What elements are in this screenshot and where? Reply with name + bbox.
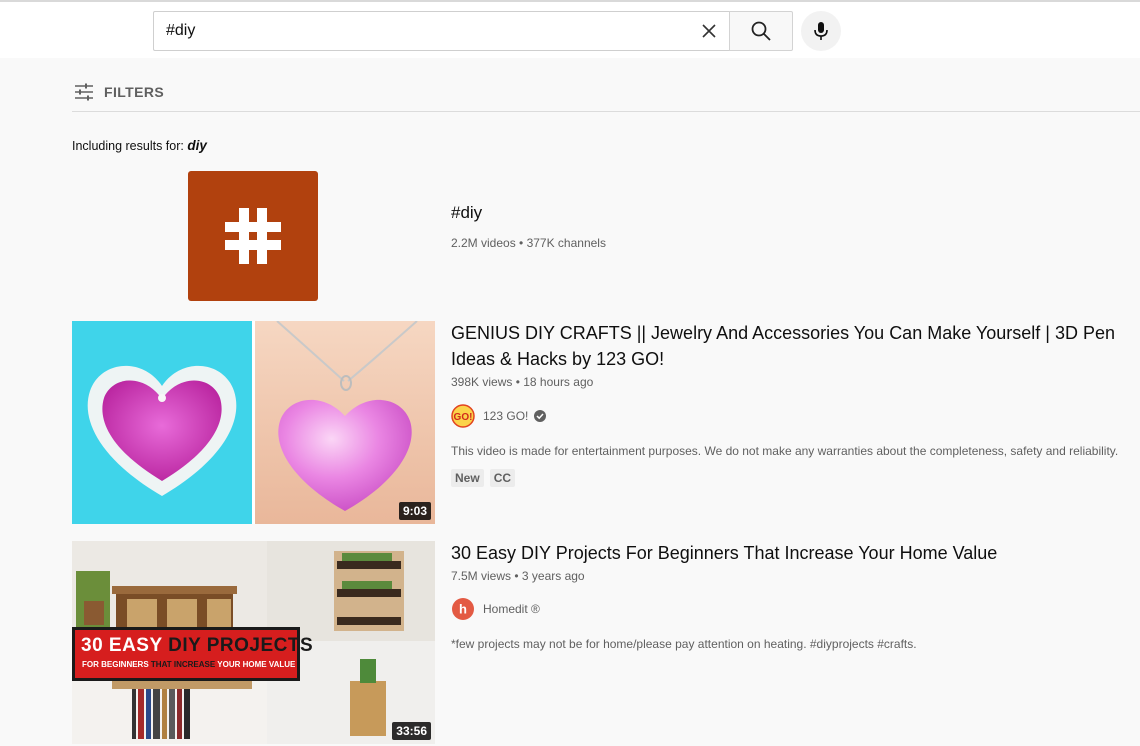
video-badges: New CC <box>451 469 516 487</box>
channel-avatar-text: GO! <box>454 412 473 423</box>
channel-name: Homedit ® <box>483 602 540 616</box>
search-button[interactable] <box>729 11 793 51</box>
including-results-notice: Including results for: diy <box>72 138 207 153</box>
microphone-icon <box>814 22 828 40</box>
search-icon <box>751 21 771 41</box>
video-title[interactable]: GENIUS DIY CRAFTS || Jewelry And Accesso… <box>451 320 1131 372</box>
video-meta: 7.5M views • 3 years ago <box>451 569 585 583</box>
including-prefix: Including results for: <box>72 139 184 153</box>
hashtag-thumbnail[interactable] <box>188 171 318 301</box>
banner-text-part: 30 EASY <box>81 635 169 656</box>
top-bar <box>0 0 1140 58</box>
video-thumbnail[interactable]: 9:03 <box>72 321 435 524</box>
badge-new: New <box>451 469 484 487</box>
banner-sub-highlight: THAT INCREASE <box>150 660 218 669</box>
heart-keychain-image <box>72 321 435 524</box>
hashtag-icon <box>225 208 281 264</box>
video-title[interactable]: 30 Easy DIY Projects For Beginners That … <box>451 540 1131 566</box>
channel-avatar: h <box>452 598 474 620</box>
hashtag-title[interactable]: #diy <box>451 203 482 223</box>
search-box[interactable] <box>153 11 729 51</box>
thumbnail-banner-title: 30 EASY DIY PROJECTS <box>81 635 313 657</box>
search-input[interactable] <box>166 12 686 50</box>
including-term-link[interactable]: diy <box>187 138 207 153</box>
video-duration: 9:03 <box>398 502 431 520</box>
badge-cc: CC <box>489 469 516 487</box>
divider <box>72 111 1140 112</box>
filters-label: FILTERS <box>104 84 165 100</box>
verified-check-icon <box>534 410 547 422</box>
channel-link[interactable]: h Homedit ® <box>451 597 540 621</box>
video-meta: 398K views • 18 hours ago <box>451 375 594 389</box>
banner-text-highlight: DIY PROJECTS <box>168 635 314 656</box>
sliders-icon <box>75 83 93 101</box>
hashtag-meta: 2.2M videos • 377K channels <box>451 236 606 250</box>
banner-sub-part: FOR BEGINNERS <box>82 660 151 669</box>
thumbnail-banner-subtitle: FOR BEGINNERS THAT INCREASE YOUR HOME VA… <box>82 660 295 669</box>
clear-search-button[interactable] <box>697 19 721 43</box>
banner-sub-part: YOUR HOME VALUE <box>217 660 296 669</box>
voice-search-button[interactable] <box>801 11 841 51</box>
channel-name: 123 GO! <box>483 409 529 423</box>
close-icon <box>702 24 716 38</box>
video-description: *few projects may not be for home/please… <box>451 637 917 651</box>
video-thumbnail[interactable]: 30 EASY DIY PROJECTS FOR BEGINNERS THAT … <box>72 541 435 744</box>
filters-button[interactable]: FILTERS <box>73 80 164 104</box>
channel-avatar-text: h <box>459 602 467 617</box>
video-duration: 33:56 <box>392 722 431 740</box>
channel-avatar: GO! <box>451 404 475 428</box>
channel-link[interactable]: GO! 123 GO! <box>451 404 547 428</box>
video-description: This video is made for entertainment pur… <box>451 444 1119 458</box>
